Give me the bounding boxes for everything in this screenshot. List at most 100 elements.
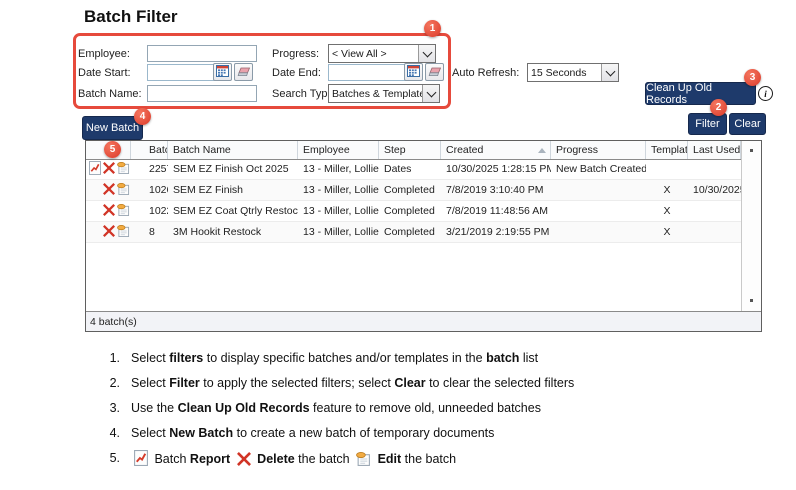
instruction-list: 1.Select filters to display specific bat… bbox=[98, 350, 718, 470]
grid-header-employee[interactable]: Employee bbox=[298, 141, 379, 159]
progress-selected-value: < View All > bbox=[329, 48, 418, 60]
grid-header-created[interactable]: Created bbox=[441, 141, 551, 159]
cell-progress: New Batch Created bbox=[551, 159, 646, 179]
date-start-input[interactable] bbox=[147, 64, 215, 81]
cell-created: 10/30/2025 1:28:15 PM bbox=[441, 159, 551, 179]
grid-header-batch-name[interactable]: Batch Name bbox=[168, 141, 298, 159]
table-row[interactable]: 2257SEM EZ Finish Oct 202513 - Miller, L… bbox=[86, 159, 741, 180]
cell-batch-number: 8 bbox=[131, 222, 168, 242]
grid-header-last-used[interactable]: Last Used bbox=[688, 141, 741, 159]
grid-header-step[interactable]: Step bbox=[379, 141, 441, 159]
grid-header-template[interactable]: Template bbox=[646, 141, 688, 159]
search-type-select[interactable]: Batches & Templates bbox=[328, 84, 440, 103]
scroll-up-icon[interactable] bbox=[750, 149, 753, 152]
clear-button[interactable]: Clear bbox=[729, 113, 766, 135]
date-end-input[interactable] bbox=[328, 64, 406, 81]
cell-employee: 13 - Miller, Lollie bbox=[298, 180, 379, 200]
batch-filter-page: Batch Filter 1 Employee: Progress: < Vie… bbox=[0, 0, 796, 490]
edit-batch-icon bbox=[117, 162, 130, 177]
date-start-label: Date Start: bbox=[78, 67, 131, 79]
cell-employee: 13 - Miller, Lollie bbox=[298, 201, 379, 221]
instruction-text: Select filters to display specific batch… bbox=[131, 350, 538, 366]
delete-batch-icon bbox=[103, 162, 115, 177]
instruction-number: 2. bbox=[98, 375, 120, 391]
instruction-item: 4.Select New Batch to create a new batch… bbox=[98, 425, 718, 441]
delete-action-button[interactable] bbox=[102, 162, 116, 177]
row-actions bbox=[86, 222, 131, 242]
cell-employee: 13 - Miller, Lollie bbox=[298, 222, 379, 242]
cell-batch-name: 3M Hookit Restock bbox=[168, 222, 298, 242]
cell-batch-number: 1022 bbox=[131, 201, 168, 221]
batch-name-input[interactable] bbox=[147, 85, 257, 102]
scroll-down-icon[interactable] bbox=[750, 299, 753, 302]
search-type-label: Search Type: bbox=[272, 88, 337, 100]
instruction-item: 5. Batch Report Delete the batch Edit th… bbox=[98, 450, 718, 470]
cell-step: Dates bbox=[379, 159, 441, 179]
instruction-number: 5. bbox=[98, 450, 120, 470]
date-end-clear-button[interactable] bbox=[425, 63, 444, 81]
delete-action-button[interactable] bbox=[102, 225, 116, 240]
cell-created: 7/8/2019 3:10:40 PM bbox=[441, 180, 551, 200]
date-end-calendar-button[interactable] bbox=[404, 63, 423, 81]
row-actions bbox=[86, 159, 131, 179]
auto-refresh-selected-value: 15 Seconds bbox=[528, 67, 601, 79]
report-legend bbox=[134, 450, 148, 470]
edit-batch-icon bbox=[117, 225, 130, 240]
cell-batch-name: SEM EZ Finish Oct 2025 bbox=[168, 159, 298, 179]
cell-batch-name: SEM EZ Finish bbox=[168, 180, 298, 200]
employee-input[interactable] bbox=[147, 45, 257, 62]
cell-template: X bbox=[646, 180, 688, 200]
grid-header-label: Batch # bbox=[149, 144, 168, 156]
grid-header-label: Template bbox=[651, 144, 688, 156]
cell-progress bbox=[551, 180, 646, 200]
eraser-icon bbox=[237, 65, 251, 80]
cell-created: 7/8/2019 11:48:56 AM bbox=[441, 201, 551, 221]
delete-legend bbox=[237, 452, 251, 470]
delete-action-button[interactable] bbox=[102, 183, 116, 198]
table-row[interactable]: 1022SEM EZ Coat Qtrly Restock13 - Miller… bbox=[86, 201, 741, 222]
instruction-item: 3.Use the Clean Up Old Records feature t… bbox=[98, 400, 718, 416]
cell-step: Completed bbox=[379, 201, 441, 221]
sort-ascending-icon bbox=[538, 148, 546, 153]
row-actions bbox=[86, 180, 131, 200]
edit-batch-icon bbox=[117, 183, 130, 198]
vertical-scrollbar[interactable] bbox=[741, 141, 761, 312]
filter-button[interactable]: Filter bbox=[688, 113, 727, 135]
instruction-text: Use the Clean Up Old Records feature to … bbox=[131, 400, 541, 416]
edit-action-button[interactable] bbox=[116, 204, 130, 219]
delete-action-button[interactable] bbox=[102, 204, 116, 219]
calendar-icon bbox=[407, 65, 420, 80]
clean-up-old-records-button[interactable]: Clean Up Old Records bbox=[645, 82, 756, 105]
auto-refresh-select[interactable]: 15 Seconds bbox=[527, 63, 619, 82]
table-row[interactable]: 1026SEM EZ Finish13 - Miller, LollieComp… bbox=[86, 180, 741, 201]
instruction-item: 1.Select filters to display specific bat… bbox=[98, 350, 718, 366]
annotation-badge-4: 4 bbox=[134, 108, 151, 125]
edit-action-button[interactable] bbox=[116, 183, 130, 198]
table-row[interactable]: 83M Hookit Restock13 - Miller, LollieCom… bbox=[86, 222, 741, 243]
report-action-button[interactable] bbox=[88, 162, 102, 177]
grid-header-progress[interactable]: Progress bbox=[551, 141, 646, 159]
row-actions bbox=[86, 201, 131, 221]
cell-progress bbox=[551, 222, 646, 242]
date-start-calendar-button[interactable] bbox=[213, 63, 232, 81]
edit-action-button[interactable] bbox=[116, 162, 130, 177]
cell-last-used: 10/30/2025 bbox=[688, 180, 741, 200]
annotation-badge-2: 2 bbox=[710, 99, 727, 116]
instruction-text: Select New Batch to create a new batch o… bbox=[131, 425, 494, 441]
edit-action-button[interactable] bbox=[116, 225, 130, 240]
batch-report-icon bbox=[89, 161, 101, 178]
date-start-clear-button[interactable] bbox=[234, 63, 253, 81]
delete-batch-icon bbox=[237, 455, 251, 469]
date-end-label: Date End: bbox=[272, 67, 321, 79]
grid-header-row: Batch # Batch Name EmployeeStepCreatedProg… bbox=[86, 141, 741, 160]
grid-header-label: Last Used bbox=[693, 144, 740, 156]
chevron-down-icon bbox=[418, 45, 435, 62]
instruction-text: Batch Report Delete the batch Edit the b… bbox=[131, 450, 456, 470]
grid-header-label: Batch Name bbox=[173, 144, 231, 156]
progress-label: Progress: bbox=[272, 48, 319, 60]
cell-last-used bbox=[688, 222, 741, 242]
progress-select[interactable]: < View All > bbox=[328, 44, 436, 63]
grid-header-batch-[interactable]: Batch # bbox=[131, 141, 168, 159]
instruction-item: 2.Select Filter to apply the selected fi… bbox=[98, 375, 718, 391]
info-icon[interactable]: i bbox=[758, 86, 773, 101]
